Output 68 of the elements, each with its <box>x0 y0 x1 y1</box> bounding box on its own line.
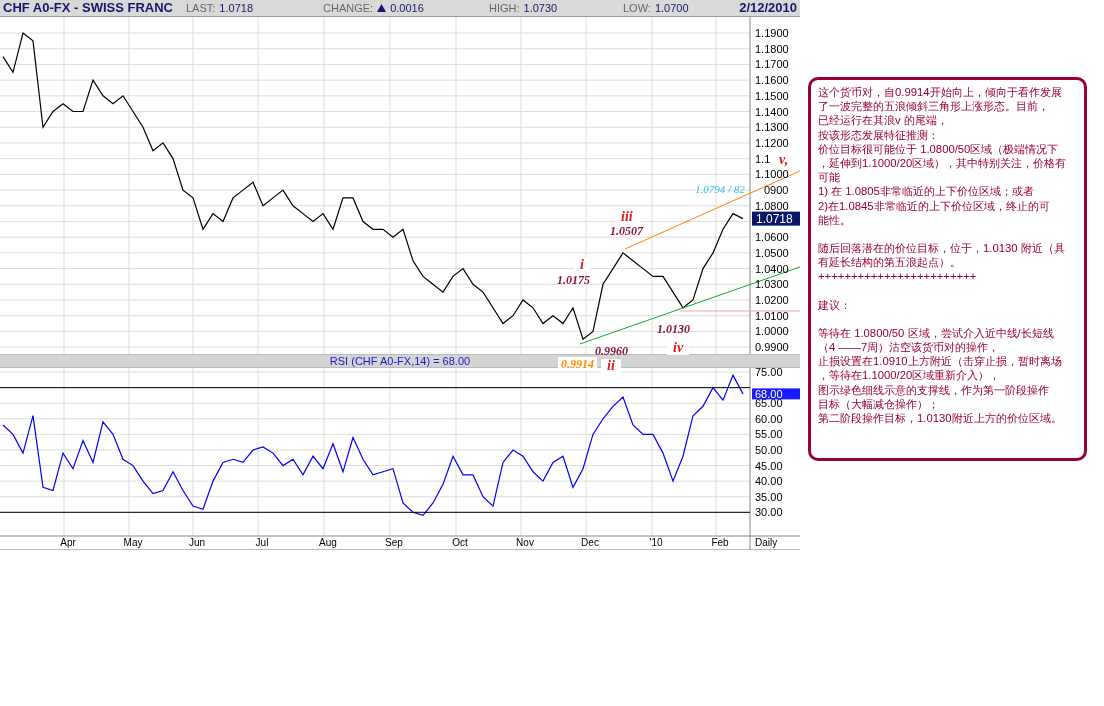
axis-label: 1.1800 <box>755 42 789 55</box>
month-label: Jun <box>188 537 206 548</box>
month-label: Sep <box>385 537 403 548</box>
axis-label: 0900 <box>764 184 789 197</box>
field-label: LOW: <box>623 0 651 16</box>
period-label: Daily <box>755 537 778 548</box>
last-value-tag: 68.00 <box>752 387 800 400</box>
field-label: CHANGE: <box>323 0 374 16</box>
wave-label: iv <box>667 341 690 355</box>
last-price-tag: 1.0718 <box>752 211 800 226</box>
note-paragraph: 这个货币对，自0.9914开始向上，倾向于看作发展 了一波完整的五浪倾斜三角形上涨形态。目前， 已经运行在其浪v 的尾端， 按该形态发展特征推测： 价位目标很可能位于 1.0800/50区域（极端情况下 ，延伸到1.1000/20区域），其中特别关注，价格有 可能 1) 在 1.0805非常临近的上下价位区域；或者 2)在1.0845非常临近的上下价位区域，终止的可 能性。 <box>818 85 1068 228</box>
axis-label: 1.0400 <box>755 262 789 275</box>
field-value: 1.0730 <box>523 0 558 16</box>
date-label: 2/12/2010 <box>739 0 798 18</box>
axis-label: 1.0800 <box>755 199 789 212</box>
month-label: May <box>123 537 143 548</box>
axis-label: 1.1600 <box>755 74 789 87</box>
month-label: Feb <box>711 537 729 548</box>
target-label: 1.0794 / 82 <box>694 182 746 196</box>
wave-label: ii <box>601 359 621 373</box>
axis-label: 1.1300 <box>755 121 789 134</box>
wave-label: iii <box>615 210 639 224</box>
axis-label: 75.00 <box>755 368 783 379</box>
price-label: 0.9960 <box>594 344 629 358</box>
note-paragraph: 随后回落潜在的价位目标，位于，1.0130 附近（具 有延长结构的第五浪起点）。 ++++++++++++++++++++++++ <box>818 241 1066 284</box>
axis-label: 1.0000 <box>755 325 789 338</box>
axis-label: 1.1000 <box>755 168 789 181</box>
field-label: LAST: <box>186 0 216 16</box>
axis-label: 0.9900 <box>755 341 789 354</box>
field-value: 1.0718 <box>219 0 253 16</box>
axis-label: 1.0600 <box>755 231 789 244</box>
field-value: 0.0016 <box>390 0 424 16</box>
rsi-title: RSI (CHF A0-FX,14) = 68.00 <box>329 355 471 367</box>
note-paragraph: 等待在 1.0800/50 区域，尝试介入近中线/长短线 （4 ——7周）沽空该货币对的操作， 止损设置在1.0910上方附近（击穿止损，暂时离场 ，等待在1.1000/20区域重新介入）， 图示绿色细线示意的支撑线，作为第一阶段操作 目标（大幅减仓操作）； 第二阶段操作目标，1.0130附近上方的价位区域。 <box>818 325 1063 426</box>
wave-label: i <box>574 258 590 272</box>
axis-label: 1.1500 <box>755 89 789 102</box>
axis-label: 65.00 <box>755 397 783 410</box>
month-label: Dec <box>581 537 599 548</box>
month-label: Apr <box>60 537 76 548</box>
axis-label: 1.1700 <box>755 58 789 71</box>
axis-label: 30.00 <box>755 506 783 519</box>
axis-label: 50.00 <box>755 443 783 456</box>
axis-label: 1.0300 <box>755 278 789 291</box>
axis-label: 1.1200 <box>755 136 789 149</box>
axis-label: 1.0100 <box>755 309 789 322</box>
month-label: Jul <box>255 537 269 548</box>
field-label: HIGH: <box>489 0 520 16</box>
price-label: 1.0175 <box>556 273 591 287</box>
axis-label: 40.00 <box>755 475 783 488</box>
month-label: Nov <box>516 537 534 548</box>
note-paragraph: 建议： <box>818 297 852 312</box>
price-label: 1.0507 <box>609 224 644 238</box>
price-label: 1.0130 <box>656 322 691 336</box>
axis-label: 1.0200 <box>755 294 789 306</box>
month-label: Aug <box>319 537 337 548</box>
axis-label: 1.0500 <box>755 246 789 259</box>
month-label: Oct <box>452 537 468 548</box>
month-label: '10 <box>649 537 663 548</box>
axis-label: 35.00 <box>755 490 783 503</box>
axis-label: 1.1400 <box>755 105 789 118</box>
axis-label: 60.00 <box>755 412 783 425</box>
axis-label: 1.1900 <box>755 27 789 39</box>
axis-label: 45.00 <box>755 459 783 472</box>
axis-label: 55.00 <box>755 428 783 441</box>
price-label: 0.9914 <box>558 357 597 371</box>
field-value: 1.0700 <box>654 0 689 16</box>
symbol-title: CHF A0-FX - SWISS FRANC <box>2 0 174 18</box>
axis-label: 1.1 <box>755 152 771 165</box>
